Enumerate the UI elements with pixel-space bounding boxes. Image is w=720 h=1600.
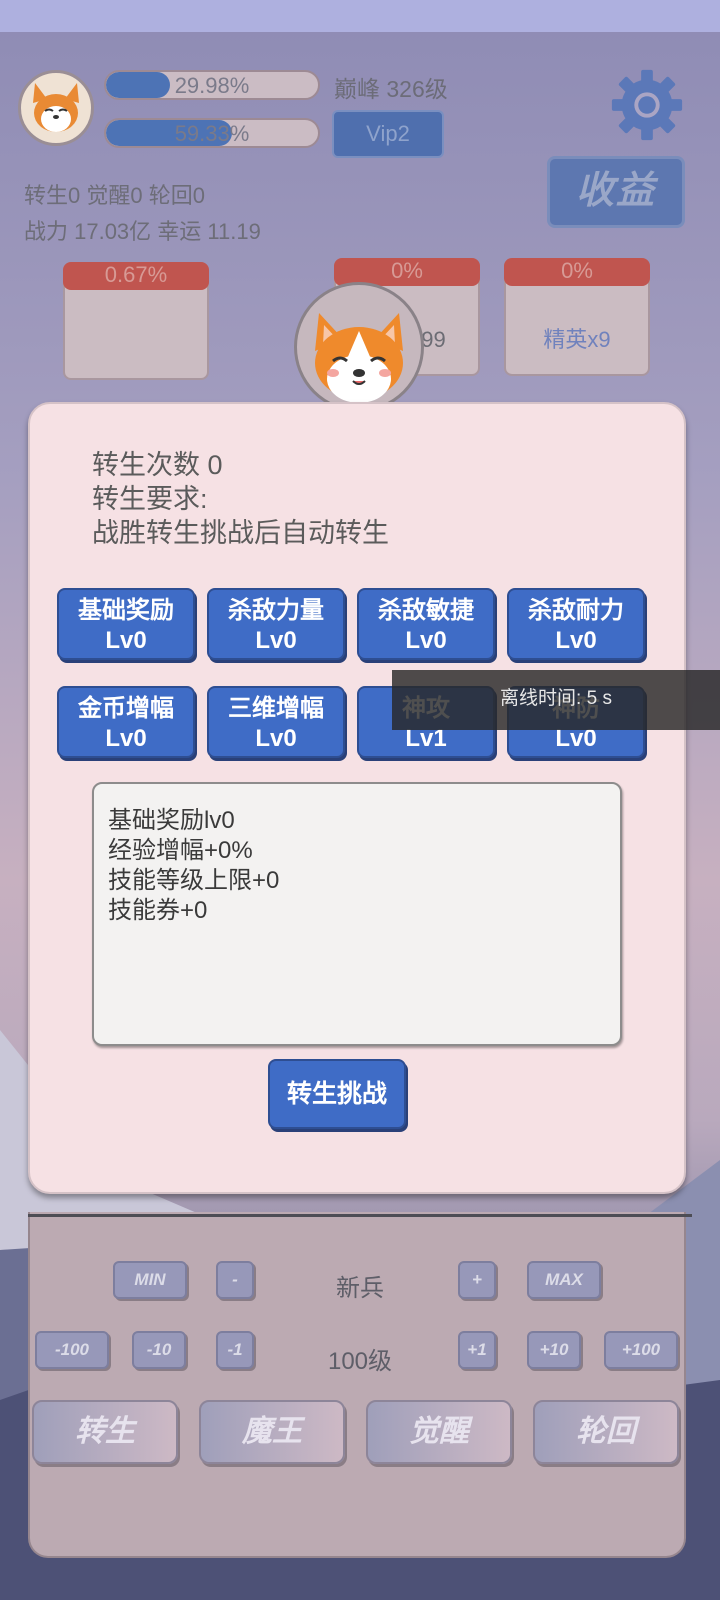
rebirth-count: 转生次数 0 xyxy=(92,450,223,480)
corgi-mascot-icon xyxy=(315,313,403,403)
level-label: 巅峰 326级 xyxy=(334,76,448,102)
minus-1-button[interactable]: -1 xyxy=(216,1331,254,1369)
skill-gold-boost-button[interactable]: 金币增幅 Lv0 xyxy=(57,686,195,758)
vip-button[interactable]: Vip2 xyxy=(332,110,444,158)
elite-card-label: 精英x9 xyxy=(543,327,611,352)
income-button[interactable]: 收益 xyxy=(547,156,685,228)
plus-1-button[interactable]: +1 xyxy=(458,1331,496,1369)
max-button[interactable]: MAX xyxy=(527,1261,601,1299)
minus-10-button[interactable]: -10 xyxy=(132,1331,186,1369)
skill-name: 杀敌敏捷 xyxy=(378,597,474,624)
plus-button[interactable]: + xyxy=(458,1261,496,1299)
rebirth-stats: 转生0 觉醒0 轮回0 xyxy=(24,183,205,208)
rebirth-challenge-button[interactable]: 转生挑战 xyxy=(268,1059,406,1129)
skill-level: Lv0 xyxy=(555,627,597,654)
minus-100-button[interactable]: -100 xyxy=(35,1331,109,1369)
secondary-progress-bar: 59.33% xyxy=(104,118,320,148)
elite-card[interactable]: 0% 精英x9 xyxy=(504,258,650,376)
boss-hp-bar: 0.67% xyxy=(63,262,209,290)
tab-demon-king[interactable]: 魔王 xyxy=(199,1400,345,1464)
description-line: 技能券+0 xyxy=(108,897,208,924)
rank-label: 新兵 xyxy=(336,1275,384,1302)
corgi-avatar-icon xyxy=(33,83,79,132)
level-selector-label: 100级 xyxy=(327,1348,393,1375)
tab-awaken[interactable]: 觉醒 xyxy=(366,1400,512,1464)
skill-level: Lv0 xyxy=(105,725,147,752)
skill-level: Lv0 xyxy=(255,725,297,752)
skill-kill-strength-button[interactable]: 杀敌力量 Lv0 xyxy=(207,588,345,660)
skill-level: Lv0 xyxy=(255,627,297,654)
panel-divider xyxy=(28,1214,692,1217)
skill-kill-agility-button[interactable]: 杀敌敏捷 Lv0 xyxy=(357,588,495,660)
tab-reincarnation[interactable]: 轮回 xyxy=(533,1400,679,1464)
player-avatar[interactable] xyxy=(18,70,94,146)
plus-10-button[interactable]: +10 xyxy=(527,1331,581,1369)
power-luck-stats: 战力 17.03亿 幸运 11.19 xyxy=(24,219,261,244)
settings-gear-icon[interactable] xyxy=(608,66,686,144)
skill-name: 杀敌耐力 xyxy=(528,597,624,624)
secondary-progress-text: 59.33% xyxy=(174,121,250,146)
skill-name: 基础奖励 xyxy=(78,597,174,624)
description-line: 经验增幅+0% xyxy=(108,837,253,864)
pet-portrait xyxy=(294,282,424,412)
offline-time-toast: 离线时间: 5 s xyxy=(392,670,720,730)
rebirth-requirement-text: 战胜转生挑战后自动转生 xyxy=(92,518,389,548)
exp-progress-bar: 29.98% xyxy=(104,70,320,100)
skill-base-reward-button[interactable]: 基础奖励 Lv0 xyxy=(57,588,195,660)
skill-stats-boost-button[interactable]: 三维增幅 Lv0 xyxy=(207,686,345,758)
elite-hp-bar: 0% xyxy=(504,258,650,286)
exp-progress-text: 29.98% xyxy=(174,73,250,98)
minus-button[interactable]: - xyxy=(216,1261,254,1299)
skill-level: Lv0 xyxy=(405,627,447,654)
min-button[interactable]: MIN xyxy=(113,1261,187,1299)
description-line: 基础奖励lv0 xyxy=(108,807,235,834)
boss-card[interactable]: 0.67% xyxy=(63,262,209,380)
description-line: 技能等级上限+0 xyxy=(108,867,280,894)
skill-name: 三维增幅 xyxy=(228,695,324,722)
skill-name: 金币增幅 xyxy=(78,695,174,722)
skill-level: Lv0 xyxy=(105,627,147,654)
plus-100-button[interactable]: +100 xyxy=(604,1331,678,1369)
tab-rebirth[interactable]: 转生 xyxy=(32,1400,178,1464)
skill-description-box: 基础奖励lv0 经验增幅+0% 技能等级上限+0 技能券+0 xyxy=(92,782,622,1046)
skill-name: 杀敌力量 xyxy=(228,597,324,624)
rebirth-requirement-label: 转生要求: xyxy=(92,484,208,514)
skill-kill-stamina-button[interactable]: 杀敌耐力 Lv0 xyxy=(507,588,645,660)
